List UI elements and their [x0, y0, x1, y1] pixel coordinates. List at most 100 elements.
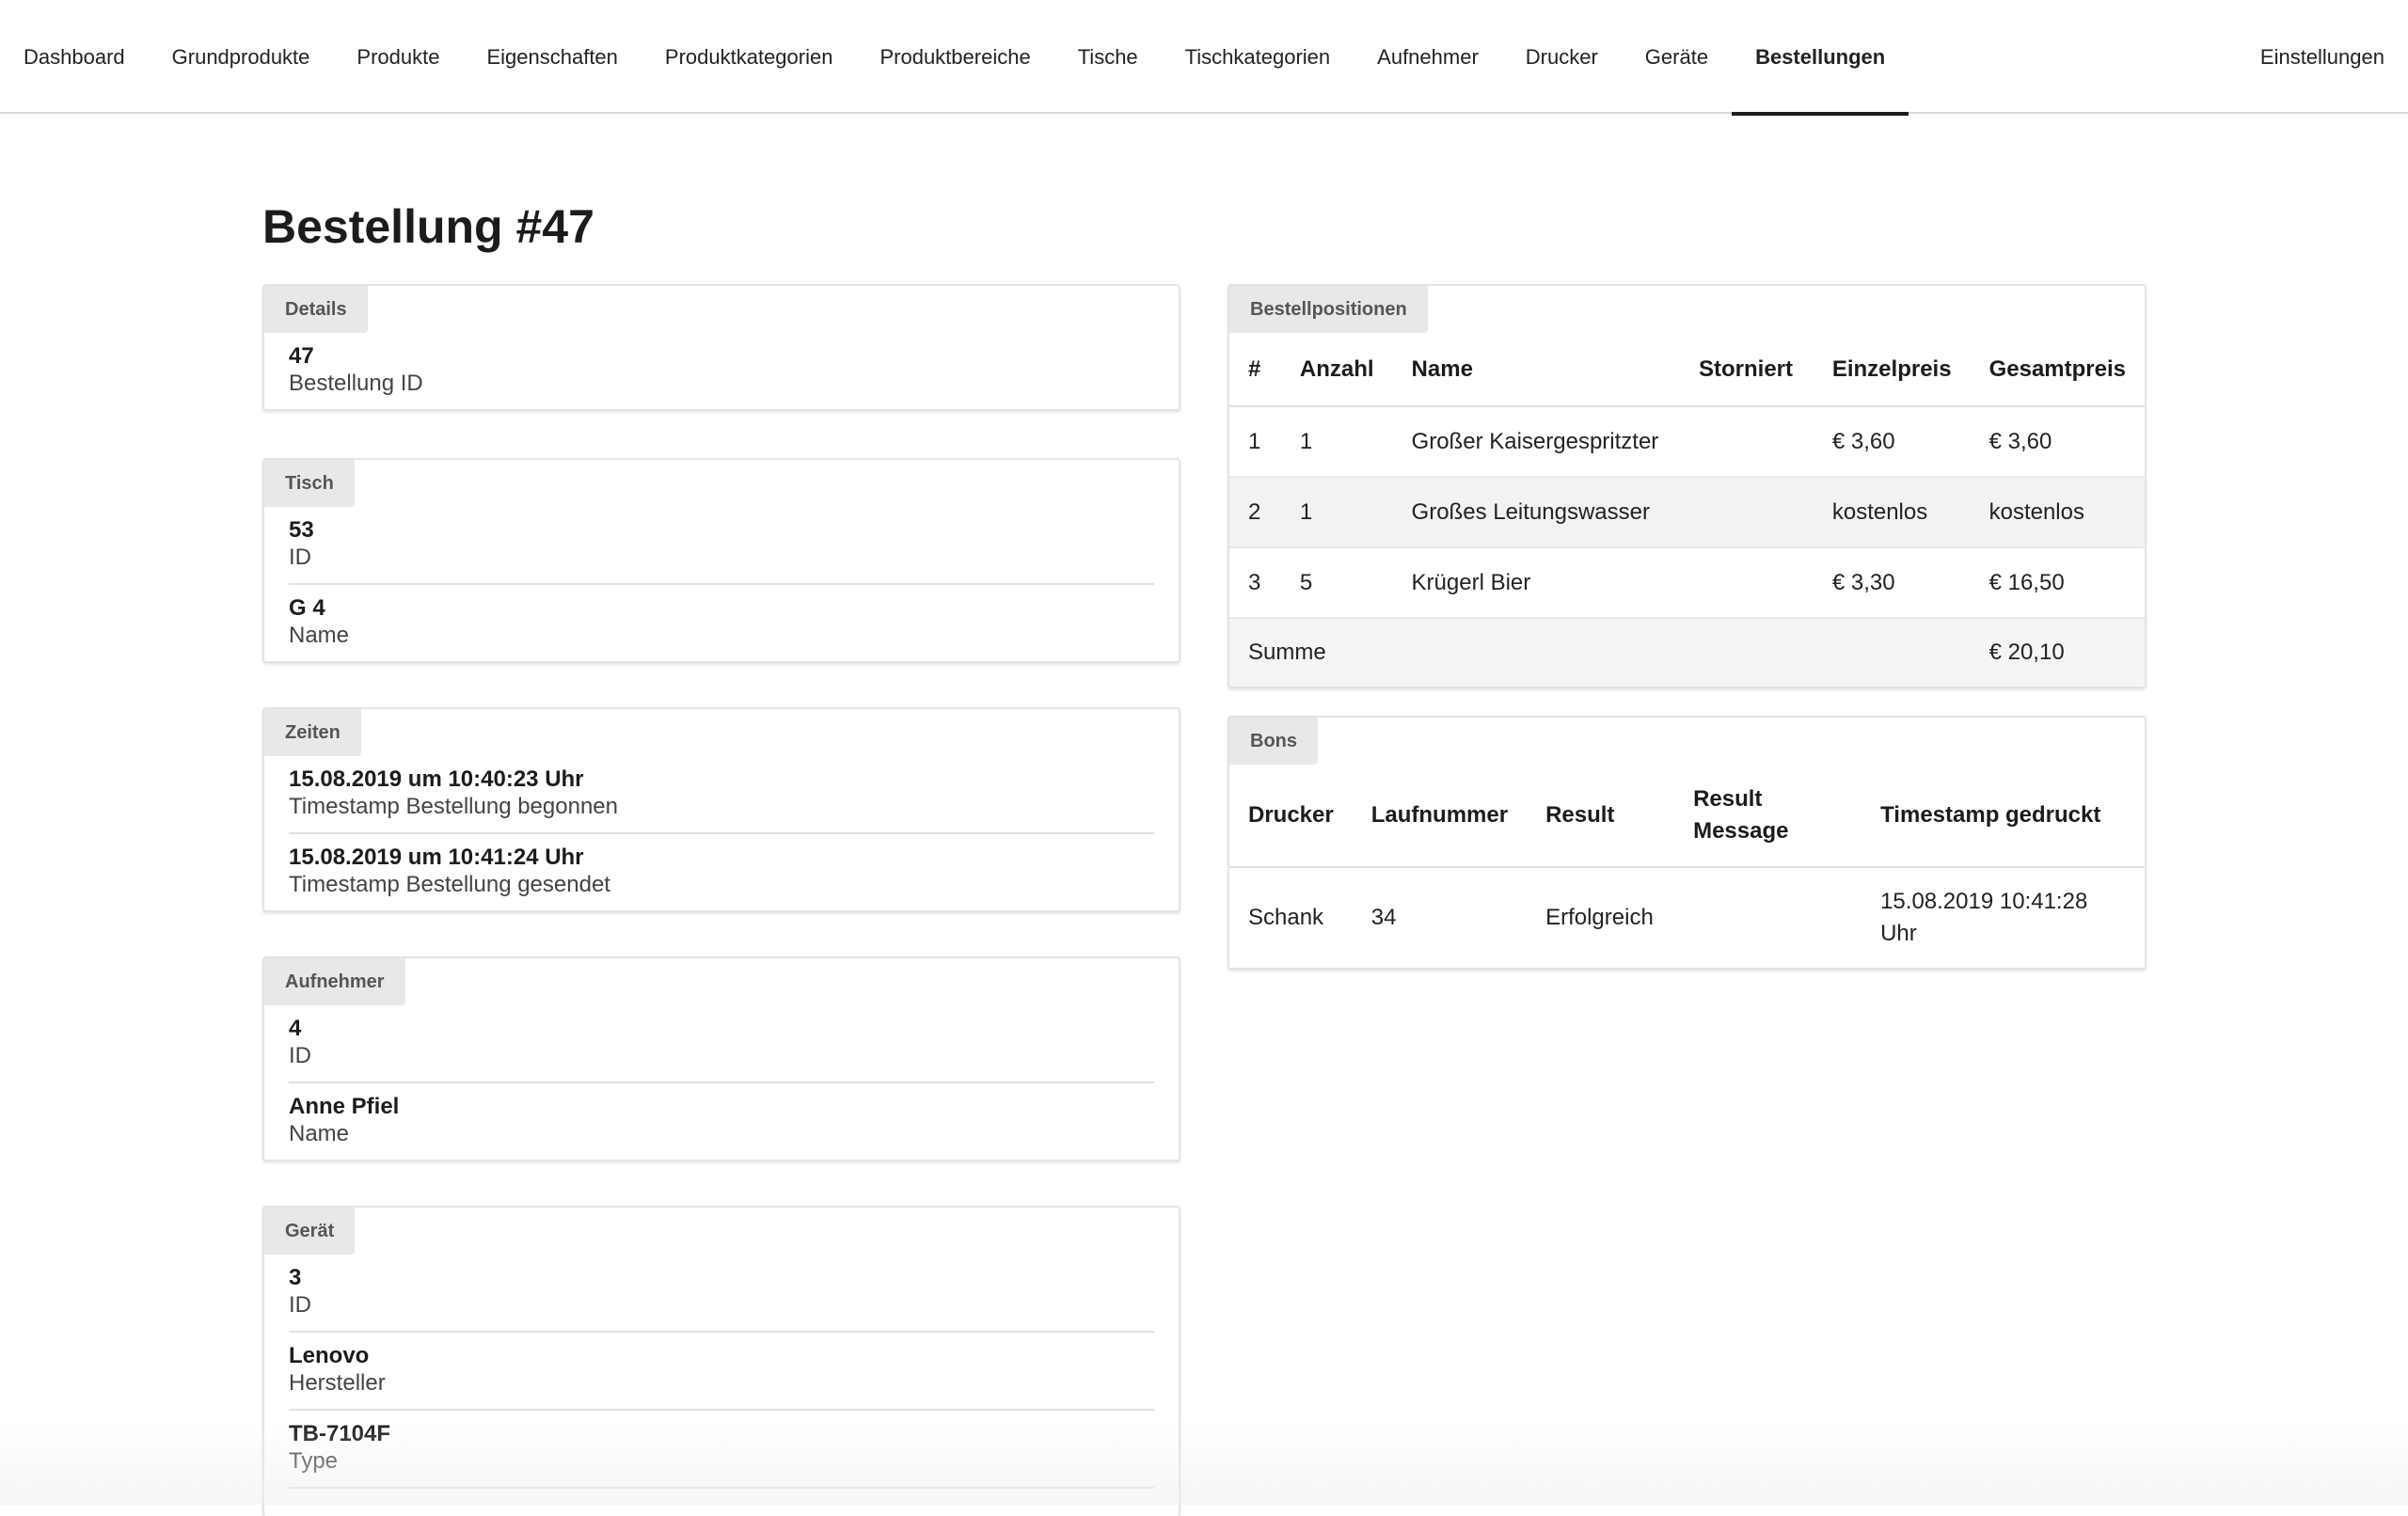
- sum-value: € 20,10: [1970, 617, 2145, 687]
- field-list: 3 ID Lenovo Hersteller TB-7104F Type: [264, 1255, 1179, 1489]
- nav-item-eigenschaften[interactable]: Eigenschaften: [463, 0, 641, 114]
- details-card: Details 47 Bestellung ID: [262, 284, 1180, 411]
- field-label: Bestellung ID: [289, 371, 423, 396]
- field-label: Type: [289, 1448, 339, 1474]
- table-cell: € 3,60: [1970, 406, 2145, 478]
- bons-table: Drucker Laufnummer Result Result Message…: [1229, 765, 2145, 968]
- field-value: TB-7104F: [289, 1421, 391, 1446]
- sum-label: Summe: [1229, 617, 1971, 687]
- column-header: Anzahl: [1280, 333, 1393, 407]
- page-title: Bestellung #47: [262, 200, 594, 253]
- column-header: Timestamp gedruckt: [1861, 765, 2145, 868]
- field-value: 3: [289, 1265, 302, 1290]
- field-list: 4 ID Anne Pfiel Name: [264, 1005, 1179, 1160]
- nav-item-einstellungen[interactable]: Einstellungen: [2260, 0, 2384, 114]
- nav-item-drucker[interactable]: Drucker: [1502, 0, 1622, 114]
- nav-item-dashboard[interactable]: Dashboard: [0, 0, 149, 114]
- aufnehmer-card: Aufnehmer 4 ID Anne Pfiel Name: [262, 956, 1180, 1161]
- column-header: Result: [1527, 765, 1675, 868]
- field: 15.08.2019 um 10:41:24 Uhr Timestamp Bes…: [289, 834, 1154, 910]
- table-cell: Großes Leitungswasser: [1392, 477, 1680, 548]
- top-navigation: Dashboard Grundprodukte Produkte Eigensc…: [0, 0, 2408, 116]
- field-list: 53 ID G 4 Name: [264, 507, 1179, 661]
- card-tag: Aufnehmer: [264, 958, 405, 1005]
- nav-item-produkte[interactable]: Produkte: [333, 0, 463, 114]
- table-cell: [1680, 477, 1814, 548]
- field-label: Hersteller: [289, 1370, 386, 1396]
- field: 3 ID: [289, 1255, 1154, 1333]
- nav-list: Dashboard Grundprodukte Produkte Eigensc…: [0, 0, 1909, 116]
- table-cell: € 16,50: [1970, 547, 2145, 619]
- column-header: Gesamtpreis: [1970, 333, 2145, 407]
- positions-table: # Anzahl Name Storniert Einzelpreis Gesa…: [1229, 333, 2145, 687]
- field-label: ID: [289, 1292, 311, 1318]
- column-header: #: [1229, 333, 1281, 407]
- column-header: Result Message: [1674, 765, 1862, 868]
- column-header: Einzelpreis: [1813, 333, 1971, 407]
- column-header: Laufnummer: [1352, 765, 1528, 868]
- card-tag: Bons: [1229, 718, 1318, 765]
- field-list: 15.08.2019 um 10:40:23 Uhr Timestamp Bes…: [264, 756, 1179, 910]
- zeiten-card: Zeiten 15.08.2019 um 10:40:23 Uhr Timest…: [262, 707, 1180, 912]
- table-cell: 15.08.2019 10:41:28 Uhr: [1880, 889, 2088, 946]
- table-row: Schank 34 Erfolgreich 15.08.2019 10:41:2…: [1229, 867, 2145, 968]
- field-list: 47 Bestellung ID: [264, 333, 1179, 409]
- card-tag: Bestellpositionen: [1229, 286, 1428, 333]
- table-cell: 34: [1370, 905, 1397, 930]
- bestellpositionen-card: Bestellpositionen # Anzahl Name Stornier…: [1228, 284, 2147, 688]
- table-cell: 3: [1229, 547, 1281, 619]
- card-tag: Tisch: [264, 460, 355, 507]
- table-cell: 5: [1280, 547, 1393, 619]
- field-value: Anne Pfiel: [289, 1094, 400, 1119]
- field-value: G 4: [289, 595, 325, 621]
- table-header-row: Drucker Laufnummer Result Result Message…: [1229, 765, 2145, 868]
- field-label: ID: [289, 1043, 311, 1068]
- table-cell: 1: [1280, 406, 1393, 478]
- field-value: 15.08.2019 um 10:40:23 Uhr: [289, 766, 584, 792]
- nav-item-grundprodukte[interactable]: Grundprodukte: [149, 0, 334, 114]
- table-cell: kostenlos: [1813, 477, 1971, 548]
- geraet-card: Gerät 3 ID Lenovo Hersteller TB-7104F Ty…: [262, 1206, 1180, 1516]
- field: Lenovo Hersteller: [289, 1333, 1154, 1411]
- field-value: 47: [289, 343, 314, 369]
- nav-item-aufnehmer[interactable]: Aufnehmer: [1354, 0, 1502, 114]
- card-tag: Gerät: [264, 1208, 356, 1255]
- column-header: Name: [1392, 333, 1680, 407]
- field-label: Timestamp Bestellung begonnen: [289, 794, 618, 819]
- table-cell: kostenlos: [1970, 477, 2145, 548]
- field-value: 15.08.2019 um 10:41:24 Uhr: [289, 845, 584, 870]
- field-label: ID: [289, 545, 311, 570]
- nav-item-tischkategorien[interactable]: Tischkategorien: [1162, 0, 1354, 114]
- card-tag: Zeiten: [264, 709, 361, 756]
- field-label: Timestamp Bestellung gesendet: [289, 872, 610, 897]
- nav-item-produktbereiche[interactable]: Produktbereiche: [856, 0, 1054, 114]
- nav-item-geraete[interactable]: Geräte: [1622, 0, 1732, 114]
- table-row: 3 5 Krügerl Bier € 3,30 € 16,50: [1229, 547, 2145, 619]
- table-header-row: # Anzahl Name Storniert Einzelpreis Gesa…: [1229, 333, 2145, 407]
- card-tag: Details: [264, 286, 368, 333]
- table-cell: [1680, 406, 1814, 478]
- table-row: 2 1 Großes Leitungswasser kostenlos kost…: [1229, 477, 2145, 548]
- nav-item-produktkategorien[interactable]: Produktkategorien: [642, 0, 857, 114]
- field-value: 4: [289, 1016, 302, 1041]
- bons-card: Bons Drucker Laufnummer Result Result Me…: [1228, 716, 2147, 970]
- column-header: Storniert: [1680, 333, 1814, 407]
- nav-item-tische[interactable]: Tische: [1054, 0, 1162, 114]
- field: 15.08.2019 um 10:40:23 Uhr Timestamp Bes…: [289, 756, 1154, 834]
- tisch-card: Tisch 53 ID G 4 Name: [262, 458, 1180, 663]
- field: G 4 Name: [289, 585, 1154, 661]
- table-cell: 2: [1229, 477, 1281, 548]
- table-cell: Erfolgreich: [1545, 905, 1654, 930]
- table-cell: [1680, 547, 1814, 619]
- column-header: Drucker: [1229, 765, 1353, 868]
- field: Anne Pfiel Name: [289, 1083, 1154, 1160]
- field: 47 Bestellung ID: [289, 333, 1154, 409]
- table-row: 1 1 Großer Kaisergespritzter € 3,60 € 3,…: [1229, 406, 2145, 478]
- sum-row: Summe € 20,10: [1229, 617, 2145, 687]
- table-cell: Schank: [1248, 905, 1324, 930]
- table-cell: Großer Kaisergespritzter: [1392, 406, 1680, 478]
- table-cell: 1: [1280, 477, 1393, 548]
- nav-item-bestellungen[interactable]: Bestellungen: [1732, 0, 1909, 116]
- field: 4 ID: [289, 1005, 1154, 1083]
- field-value: Lenovo: [289, 1343, 370, 1368]
